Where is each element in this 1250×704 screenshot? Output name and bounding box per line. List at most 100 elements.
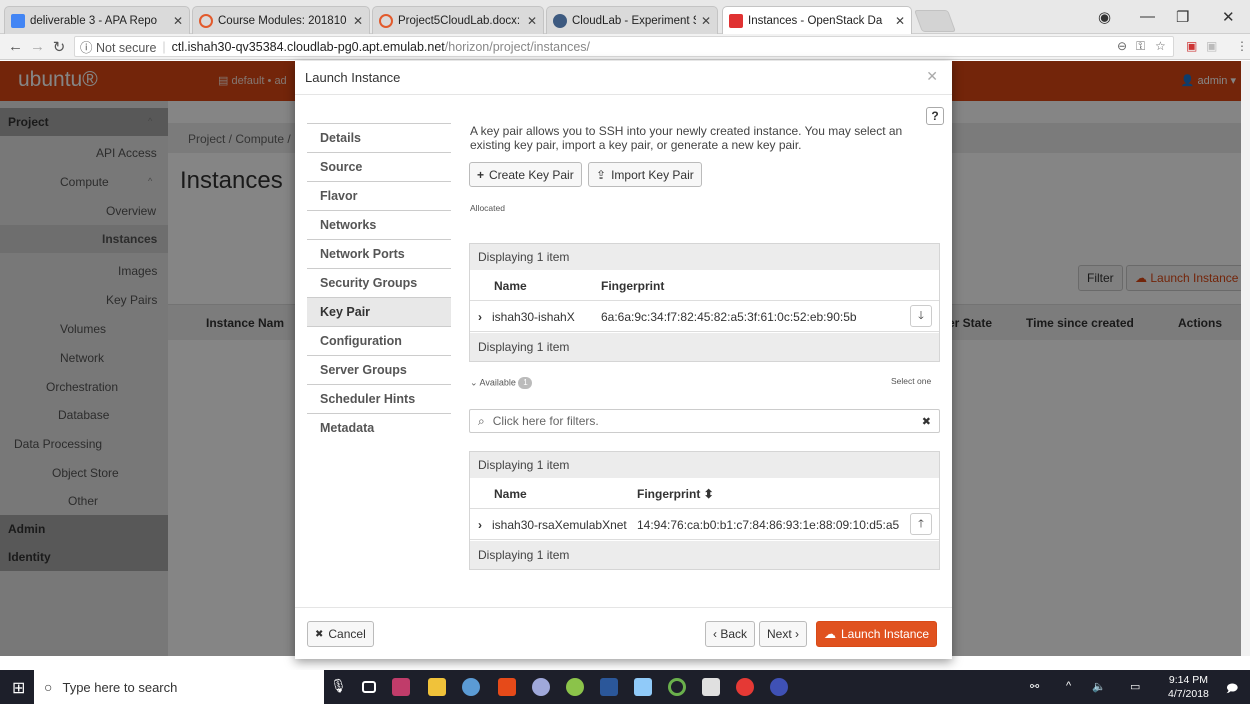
step-metadata[interactable]: Metadata bbox=[307, 413, 451, 442]
available-col-fingerprint[interactable]: Fingerprint ⬍ bbox=[637, 487, 714, 501]
windows-taskbar: ⊞ ○ Type here to search 🎙 ⚯ ^ 🔈 ▭ 9:14 P… bbox=[0, 670, 1250, 704]
url-path: /horizon/project/instances/ bbox=[444, 39, 590, 54]
profile-icon[interactable]: ◉ bbox=[1098, 8, 1111, 26]
available-toggle[interactable]: ⌄ Available 1 bbox=[470, 377, 533, 389]
tab-course-modules[interactable]: Course Modules: 201810 ✕ bbox=[192, 6, 370, 34]
allocated-count: Displaying 1 item bbox=[470, 244, 939, 270]
maximize-icon[interactable]: ❐ bbox=[1176, 8, 1189, 26]
task-view-icon[interactable] bbox=[362, 681, 376, 693]
expand-row-icon[interactable]: › bbox=[478, 310, 482, 324]
extension-icon[interactable]: ▣ bbox=[1186, 39, 1197, 53]
minimize-icon[interactable]: — bbox=[1140, 8, 1155, 25]
chevron-up-icon[interactable]: ^ bbox=[1066, 680, 1071, 692]
available-footer: Displaying 1 item bbox=[470, 541, 939, 569]
search-placeholder[interactable]: Click here for filters. bbox=[493, 414, 922, 428]
app6-icon[interactable] bbox=[702, 678, 720, 696]
chrome-icon[interactable] bbox=[736, 678, 754, 696]
course-icon bbox=[199, 13, 213, 28]
tab-instances[interactable]: Instances - OpenStack Da ✕ bbox=[722, 6, 912, 34]
available-count: Displaying 1 item bbox=[470, 452, 939, 478]
cortana-icon: ○ bbox=[44, 679, 53, 695]
app4-icon[interactable] bbox=[634, 678, 652, 696]
word-icon[interactable] bbox=[600, 678, 618, 696]
modal-title: Launch Instance bbox=[305, 70, 401, 85]
r-icon[interactable] bbox=[770, 678, 788, 696]
close-tab-icon[interactable]: ✕ bbox=[701, 14, 711, 28]
key-icon[interactable]: ⚿ bbox=[1136, 39, 1145, 54]
tab-label: Project5CloudLab.docx: 2 bbox=[398, 14, 522, 27]
new-tab-button[interactable] bbox=[913, 10, 957, 32]
table-row: › ishah30-rsaXemulabXnet 14:94:76:ca:b0:… bbox=[470, 508, 939, 540]
step-network-ports[interactable]: Network Ports bbox=[307, 239, 451, 268]
available-key-name: ishah30-rsaXemulabXnet bbox=[492, 518, 627, 532]
allocated-label: Allocated bbox=[470, 203, 505, 213]
close-window-icon[interactable]: ✕ bbox=[1222, 8, 1235, 26]
battery-icon[interactable]: ▭ bbox=[1130, 680, 1140, 693]
intellij-icon[interactable] bbox=[392, 678, 410, 696]
close-tab-icon[interactable]: ✕ bbox=[527, 14, 537, 28]
forward-arrow-icon[interactable]: → bbox=[30, 38, 45, 55]
docs-icon bbox=[11, 13, 25, 28]
menu-kebab-icon[interactable]: ⋮ bbox=[1236, 39, 1248, 53]
help-icon[interactable]: ? bbox=[926, 107, 944, 125]
step-source[interactable]: Source bbox=[307, 152, 451, 181]
cancel-button[interactable]: ✖ Cancel bbox=[307, 621, 374, 647]
app3-icon[interactable] bbox=[566, 678, 584, 696]
available-label: Available bbox=[479, 377, 516, 388]
tab-project5[interactable]: Project5CloudLab.docx: 2 ✕ bbox=[372, 6, 544, 34]
office-icon[interactable] bbox=[498, 678, 516, 696]
volume-icon[interactable]: 🔈 bbox=[1092, 680, 1106, 693]
back-arrow-icon[interactable]: ← bbox=[8, 38, 23, 55]
notification-icon[interactable]: 🗩 bbox=[1226, 680, 1238, 699]
step-key-pair[interactable]: Key Pair bbox=[307, 297, 451, 326]
step-networks[interactable]: Networks bbox=[307, 210, 451, 239]
launch-instance-button[interactable]: ☁ Launch Instance bbox=[816, 621, 938, 647]
close-icon[interactable]: ✕ bbox=[926, 68, 938, 85]
next-button[interactable]: Next › bbox=[759, 621, 808, 647]
cancel-label: Cancel bbox=[328, 627, 366, 641]
expand-row-icon[interactable]: › bbox=[478, 518, 482, 532]
taskbar-clock[interactable]: 9:14 PM 4/7/2018 bbox=[1168, 673, 1209, 701]
taskbar-search[interactable]: ○ Type here to search bbox=[34, 670, 324, 704]
step-security-groups[interactable]: Security Groups bbox=[307, 268, 451, 297]
back-button[interactable]: ‹ Back bbox=[705, 621, 756, 647]
bookmark-star-icon[interactable]: ☆ bbox=[1155, 39, 1166, 53]
reload-icon[interactable]: ↻ bbox=[52, 38, 66, 56]
not-secure-label[interactable]: ⓘ Not secure bbox=[80, 37, 156, 56]
app5-icon[interactable] bbox=[668, 678, 686, 696]
close-tab-icon[interactable]: ✕ bbox=[173, 14, 183, 28]
url-field[interactable]: ⓘ Not secure | ctl.ishah30-qv35384.cloud… bbox=[74, 36, 1174, 57]
step-configuration[interactable]: Configuration bbox=[307, 326, 451, 355]
allocated-col-name: Name bbox=[494, 279, 527, 293]
deallocate-down-arrow-icon[interactable]: 🡓 bbox=[910, 305, 932, 327]
step-flavor[interactable]: Flavor bbox=[307, 181, 451, 210]
tab-label: deliverable 3 - APA Repo bbox=[30, 14, 158, 27]
step-scheduler-hints[interactable]: Scheduler Hints bbox=[307, 384, 451, 413]
allocate-up-arrow-icon[interactable]: 🡑 bbox=[910, 513, 932, 535]
app2-icon[interactable] bbox=[532, 678, 550, 696]
filter-search[interactable]: ⌕ Click here for filters. ✖ bbox=[469, 409, 940, 433]
tab-label: CloudLab - Experiment S bbox=[572, 14, 696, 27]
mic-icon[interactable]: 🎙 bbox=[330, 678, 348, 696]
key-pair-description: A key pair allows you to SSH into your n… bbox=[470, 124, 903, 152]
tab-cloudlab[interactable]: CloudLab - Experiment S ✕ bbox=[546, 6, 718, 34]
file-explorer-icon[interactable] bbox=[428, 678, 446, 696]
page-scrollbar[interactable] bbox=[1241, 61, 1250, 656]
extension2-icon[interactable]: ▣ bbox=[1206, 39, 1217, 53]
import-key-pair-button[interactable]: ⇪ Import Key Pair bbox=[588, 162, 702, 187]
zoom-icon[interactable]: ⊖ bbox=[1117, 39, 1127, 53]
tab-deliverable[interactable]: deliverable 3 - APA Repo ✕ bbox=[4, 6, 190, 34]
app-icon[interactable] bbox=[462, 678, 480, 696]
clock-date: 4/7/2018 bbox=[1168, 688, 1209, 700]
people-icon[interactable]: ⚯ bbox=[1030, 680, 1039, 693]
clear-filter-icon[interactable]: ✖ bbox=[922, 415, 931, 428]
create-key-pair-button[interactable]: + Create Key Pair bbox=[469, 162, 582, 187]
step-details[interactable]: Details bbox=[307, 123, 451, 152]
available-col-name[interactable]: Name bbox=[494, 487, 527, 501]
windows-start-icon[interactable]: ⊞ bbox=[12, 678, 25, 698]
close-tab-icon[interactable]: ✕ bbox=[353, 14, 363, 28]
upload-icon: ⇪ bbox=[596, 167, 607, 182]
close-tab-icon[interactable]: ✕ bbox=[895, 14, 905, 28]
step-server-groups[interactable]: Server Groups bbox=[307, 355, 451, 384]
taskbar-search-placeholder[interactable]: Type here to search bbox=[62, 680, 177, 695]
